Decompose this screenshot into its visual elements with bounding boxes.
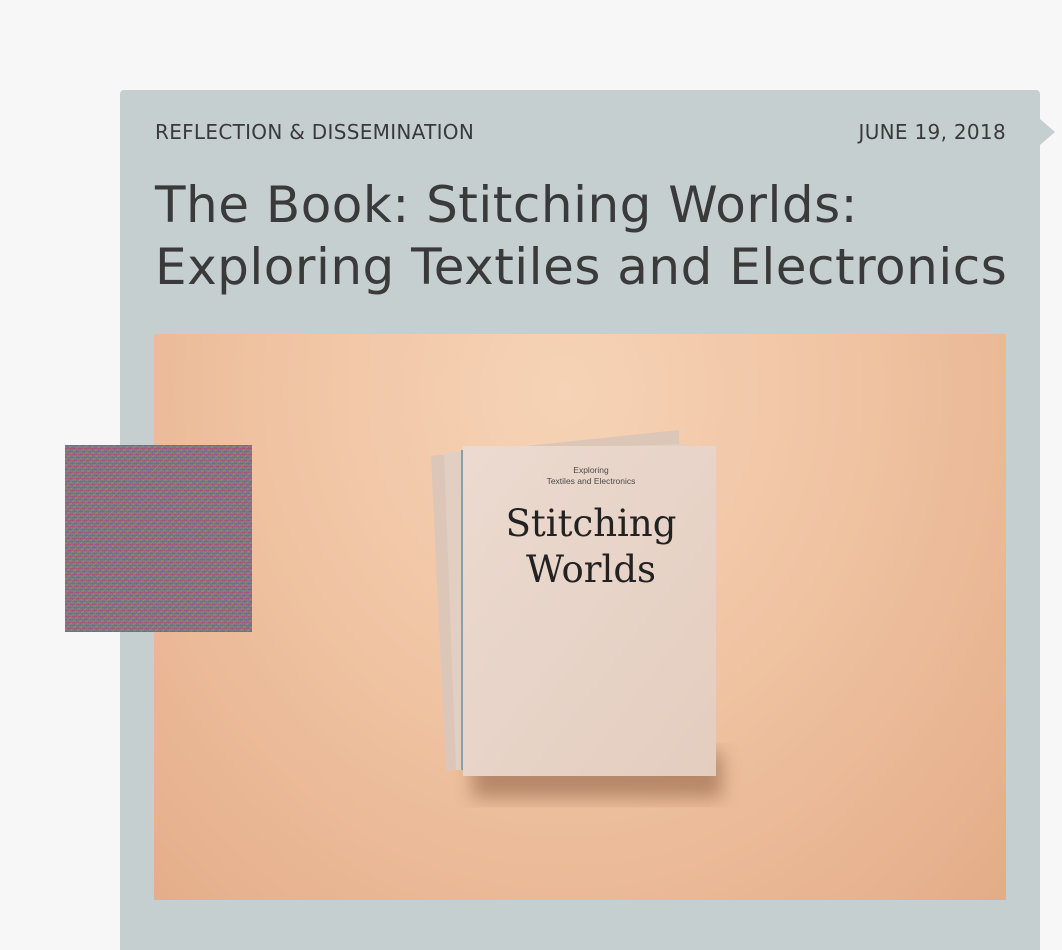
featured-image[interactable]: Exploring Textiles and Electronics Stitc… bbox=[154, 334, 1006, 900]
book-photo: Exploring Textiles and Electronics Stitc… bbox=[431, 430, 722, 798]
cover-title-line2: Worlds bbox=[526, 548, 656, 591]
post-title[interactable]: The Book: Stitching Worlds: Exploring Te… bbox=[155, 174, 1015, 298]
front-book-cover bbox=[463, 446, 716, 776]
card-notch bbox=[1040, 119, 1055, 145]
cover-small-text-line1: Exploring bbox=[573, 465, 609, 475]
noise-image-placeholder bbox=[65, 445, 252, 632]
cover-title-line1: Stitching bbox=[506, 502, 677, 545]
post-card: REFLECTION & DISSEMINATION JUNE 19, 2018… bbox=[120, 90, 1040, 950]
cover-small-text-line2: Textiles and Electronics bbox=[547, 476, 636, 486]
post-category-link[interactable]: REFLECTION & DISSEMINATION bbox=[155, 120, 474, 144]
post-meta: REFLECTION & DISSEMINATION JUNE 19, 2018 bbox=[155, 120, 1006, 144]
post-date: JUNE 19, 2018 bbox=[858, 120, 1006, 144]
